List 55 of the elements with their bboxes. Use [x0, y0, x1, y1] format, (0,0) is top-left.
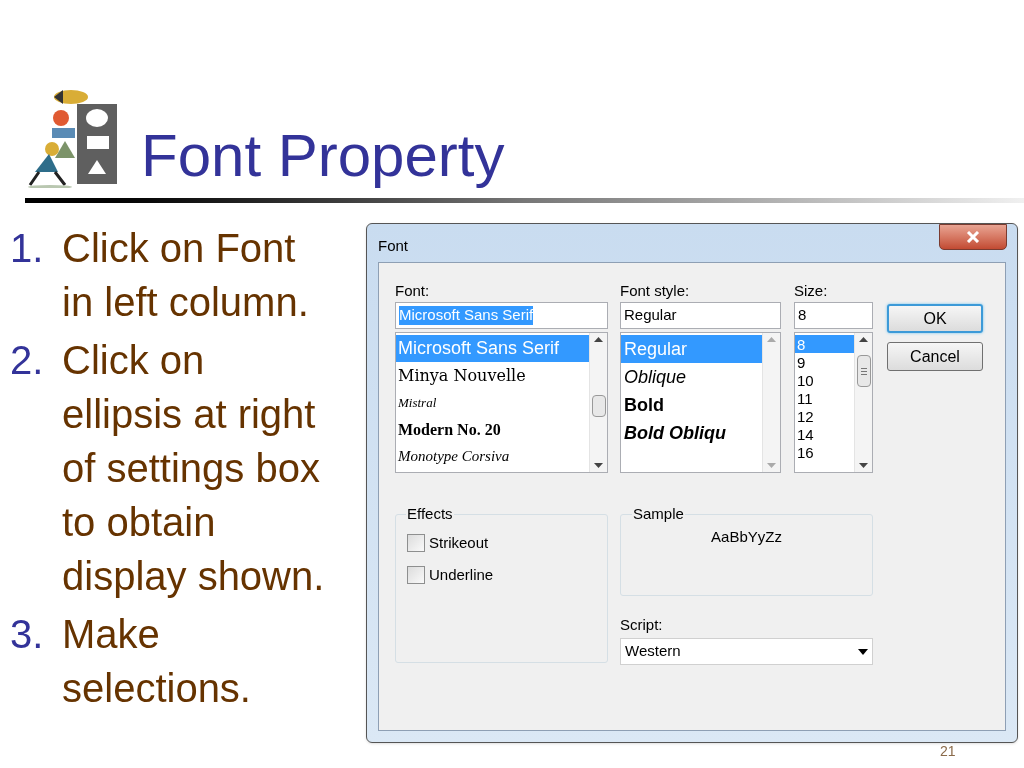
size-list-item[interactable]: 14: [795, 425, 854, 443]
sample-text: AaBbYyZz: [711, 526, 782, 547]
size-list-item[interactable]: 11: [795, 389, 854, 407]
group-title: Sample: [632, 504, 685, 524]
field-label: Font:: [395, 283, 431, 298]
font-list-item[interactable]: Modern No. 20: [396, 416, 589, 443]
scrollbar[interactable]: [589, 333, 607, 472]
size-list[interactable]: 8 9 10 11 12 14 16: [794, 332, 873, 473]
field-value: 8: [798, 306, 807, 325]
size-list-item[interactable]: 10: [795, 371, 854, 389]
font-list-item[interactable]: Monotype Corsiva: [396, 443, 589, 470]
font-list-item[interactable]: Mistral: [396, 389, 589, 416]
text-field[interactable]: Regular: [620, 302, 781, 329]
font-list[interactable]: Microsoft Sans Serif Minya Nouvelle Mistral Modern No. 20 Monotype Corsiva: [395, 332, 608, 473]
dialog-title: Font: [378, 236, 408, 256]
scroll-thumb[interactable]: [592, 395, 606, 417]
step-text: Click on Font in left column.: [62, 225, 309, 326]
scrollbar[interactable]: [854, 333, 872, 472]
step-number: 3.: [10, 611, 45, 658]
down-arrow-icon[interactable]: [594, 463, 603, 468]
checkbox-label: Strikeout: [429, 532, 489, 553]
text-field[interactable]: 8: [794, 302, 873, 329]
close-icon: [966, 231, 980, 243]
style-list-item[interactable]: Bold: [621, 391, 762, 419]
style-list-item[interactable]: Bold Obliqu: [621, 419, 762, 447]
page-number: 21: [940, 744, 956, 758]
dropdown-arrow-icon: [858, 648, 868, 655]
font-list-item[interactable]: Minya Nouvelle: [396, 362, 589, 389]
style-list-item[interactable]: Oblique: [621, 363, 762, 391]
step-number: 2.: [10, 337, 45, 384]
checkbox[interactable]: [407, 566, 425, 585]
step-text: Make selections.: [62, 611, 251, 712]
field-label: Font style:: [620, 283, 691, 298]
slide-title: Font Property: [141, 126, 505, 186]
field-label: Script:: [620, 617, 664, 632]
size-list-item[interactable]: 9: [795, 353, 854, 371]
up-arrow-icon[interactable]: [859, 337, 868, 342]
dialog-button[interactable]: OK: [887, 304, 983, 333]
field-value: Regular: [624, 306, 677, 325]
scroll-thumb[interactable]: [857, 355, 871, 387]
close-button[interactable]: [939, 224, 1007, 250]
down-arrow-icon[interactable]: [859, 463, 868, 468]
group-title: Effects: [406, 504, 454, 524]
checkbox[interactable]: [407, 533, 425, 552]
script-dropdown[interactable]: Western: [620, 638, 873, 665]
step-text: Click on ellipsis at right of settings box to obtain display shown.: [62, 337, 325, 600]
step-number: 1.: [10, 225, 45, 272]
size-list-item[interactable]: 16: [795, 443, 854, 461]
checkbox-label: Underline: [429, 565, 494, 585]
field-value: Microsoft Sans Serif: [399, 306, 534, 325]
field-label: Size:: [794, 283, 829, 298]
dialog-button[interactable]: Cancel: [887, 342, 983, 371]
style-list[interactable]: Regular Oblique Bold Bold Obliqu: [620, 332, 781, 473]
up-arrow-icon[interactable]: [594, 337, 603, 342]
size-list-item[interactable]: 12: [795, 407, 854, 425]
